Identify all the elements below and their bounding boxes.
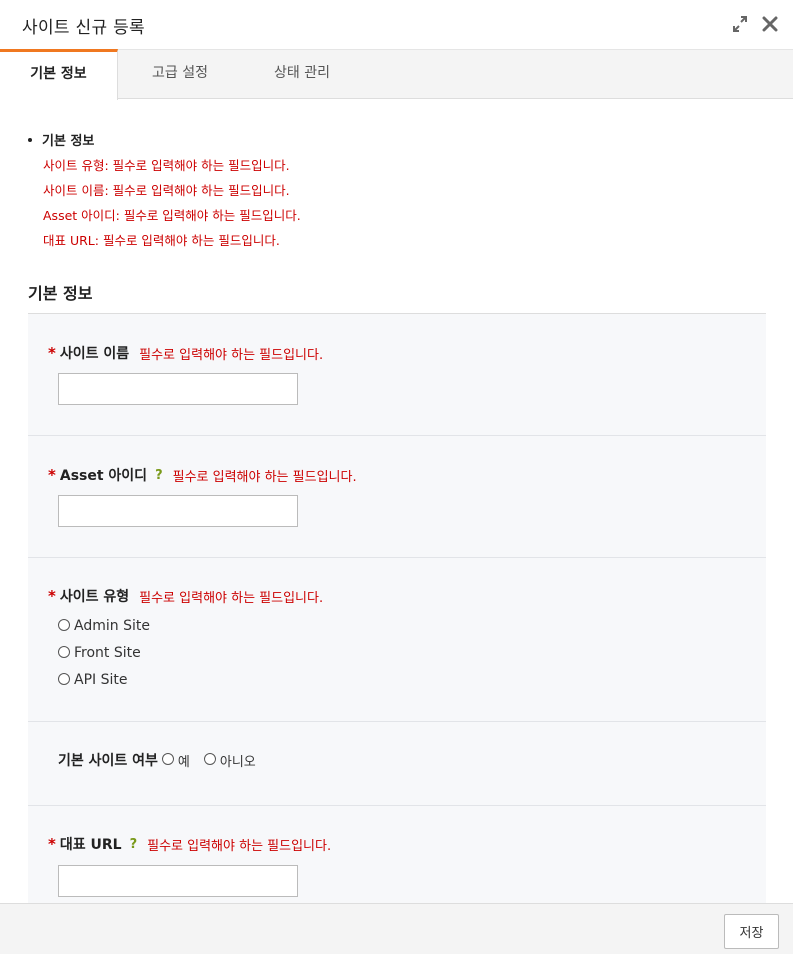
- radio-label: Admin Site: [74, 617, 150, 634]
- dialog-footer: 저장: [0, 903, 793, 954]
- site-name-input[interactable]: [58, 373, 298, 405]
- validation-error-item: Asset 아이디: 필수로 입력해야 하는 필드입니다.: [43, 208, 301, 223]
- site-type-label-text: 사이트 유형: [59, 589, 130, 605]
- site-type-option-front[interactable]: Front Site: [58, 639, 150, 666]
- validation-summary-heading: 기본 정보: [28, 130, 301, 149]
- main-url-row: * 대표 URL ? 필수로 입력해야 하는 필드입니다.: [28, 806, 766, 903]
- site-type-radio-group: Admin Site Front Site API Site: [58, 612, 150, 693]
- asset-id-label-text: Asset 아이디: [59, 468, 148, 484]
- bullet-icon: [28, 137, 32, 142]
- validation-error-item: 사이트 이름: 필수로 입력해야 하는 필드입니다.: [43, 183, 290, 198]
- asset-id-row: * Asset 아이디 ? 필수로 입력해야 하는 필드입니다.: [28, 436, 766, 558]
- radio-button[interactable]: [58, 618, 70, 631]
- required-mark: *: [48, 466, 56, 484]
- radio-button[interactable]: [58, 645, 70, 658]
- radio-label: 아니오: [219, 754, 256, 770]
- section-title: 기본 정보: [28, 284, 93, 303]
- required-mark: *: [48, 587, 56, 605]
- help-icon[interactable]: ?: [155, 468, 163, 483]
- validation-error-item: 대표 URL: 필수로 입력해야 하는 필드입니다.: [43, 233, 280, 248]
- close-icon[interactable]: [760, 14, 780, 34]
- expand-icon[interactable]: [730, 14, 750, 34]
- validation-summary: 기본 정보 사이트 유형: 필수로 입력해야 하는 필드입니다. 사이트 이름:…: [28, 130, 301, 257]
- tab-advanced-settings[interactable]: 고급 설정: [118, 50, 242, 100]
- radio-label: 예: [177, 754, 190, 770]
- radio-button[interactable]: [203, 753, 216, 765]
- main-url-input[interactable]: [58, 865, 298, 897]
- save-button[interactable]: 저장: [724, 914, 779, 949]
- site-name-error: 필수로 입력해야 하는 필드입니다.: [139, 347, 324, 363]
- default-site-label-text: 기본 사이트 여부: [58, 753, 158, 769]
- radio-label: API Site: [74, 671, 128, 688]
- site-type-option-admin[interactable]: Admin Site: [58, 612, 150, 639]
- site-type-option-api[interactable]: API Site: [58, 666, 150, 693]
- tab-status-management[interactable]: 상태 관리: [242, 50, 362, 100]
- required-mark: *: [48, 344, 56, 362]
- site-name-label: * 사이트 이름 필수로 입력해야 하는 필드입니다.: [48, 343, 323, 363]
- main-url-error: 필수로 입력해야 하는 필드입니다.: [147, 838, 332, 854]
- dialog-titlebar: 사이트 신규 등록: [0, 0, 793, 50]
- asset-id-error: 필수로 입력해야 하는 필드입니다.: [172, 469, 357, 485]
- tab-bar: 기본 정보 고급 설정 상태 관리: [0, 49, 793, 100]
- radio-button[interactable]: [58, 672, 70, 685]
- asset-id-label: * Asset 아이디 ? 필수로 입력해야 하는 필드입니다.: [48, 465, 357, 485]
- asset-id-input[interactable]: [58, 495, 298, 527]
- main-url-label-text: 대표 URL: [59, 837, 122, 853]
- site-name-row: * 사이트 이름 필수로 입력해야 하는 필드입니다.: [28, 314, 766, 436]
- default-site-option-no[interactable]: 아니오: [203, 751, 256, 770]
- required-mark: *: [48, 835, 56, 853]
- help-icon[interactable]: ?: [130, 837, 138, 852]
- default-site-label: 기본 사이트 여부 예 아니오: [58, 750, 256, 770]
- validation-summary-heading-text: 기본 정보: [42, 134, 95, 149]
- dialog-title: 사이트 신규 등록: [22, 18, 145, 38]
- radio-label: Front Site: [74, 644, 141, 661]
- site-type-row: * 사이트 유형 필수로 입력해야 하는 필드입니다. Admin Site F…: [28, 558, 766, 722]
- validation-error-list: 사이트 유형: 필수로 입력해야 하는 필드입니다. 사이트 이름: 필수로 입…: [43, 157, 301, 257]
- basic-info-form: * 사이트 이름 필수로 입력해야 하는 필드입니다. * Asset 아이디 …: [28, 313, 766, 903]
- site-type-label: * 사이트 유형 필수로 입력해야 하는 필드입니다.: [48, 586, 323, 606]
- radio-button[interactable]: [161, 753, 174, 765]
- validation-error-item: 사이트 유형: 필수로 입력해야 하는 필드입니다.: [43, 158, 290, 173]
- site-type-error: 필수로 입력해야 하는 필드입니다.: [139, 590, 324, 606]
- main-url-label: * 대표 URL ? 필수로 입력해야 하는 필드입니다.: [48, 834, 331, 854]
- tab-basic-info[interactable]: 기본 정보: [0, 49, 118, 100]
- default-site-row: 기본 사이트 여부 예 아니오: [28, 722, 766, 806]
- default-site-option-yes[interactable]: 예: [161, 751, 190, 770]
- site-name-label-text: 사이트 이름: [59, 346, 130, 362]
